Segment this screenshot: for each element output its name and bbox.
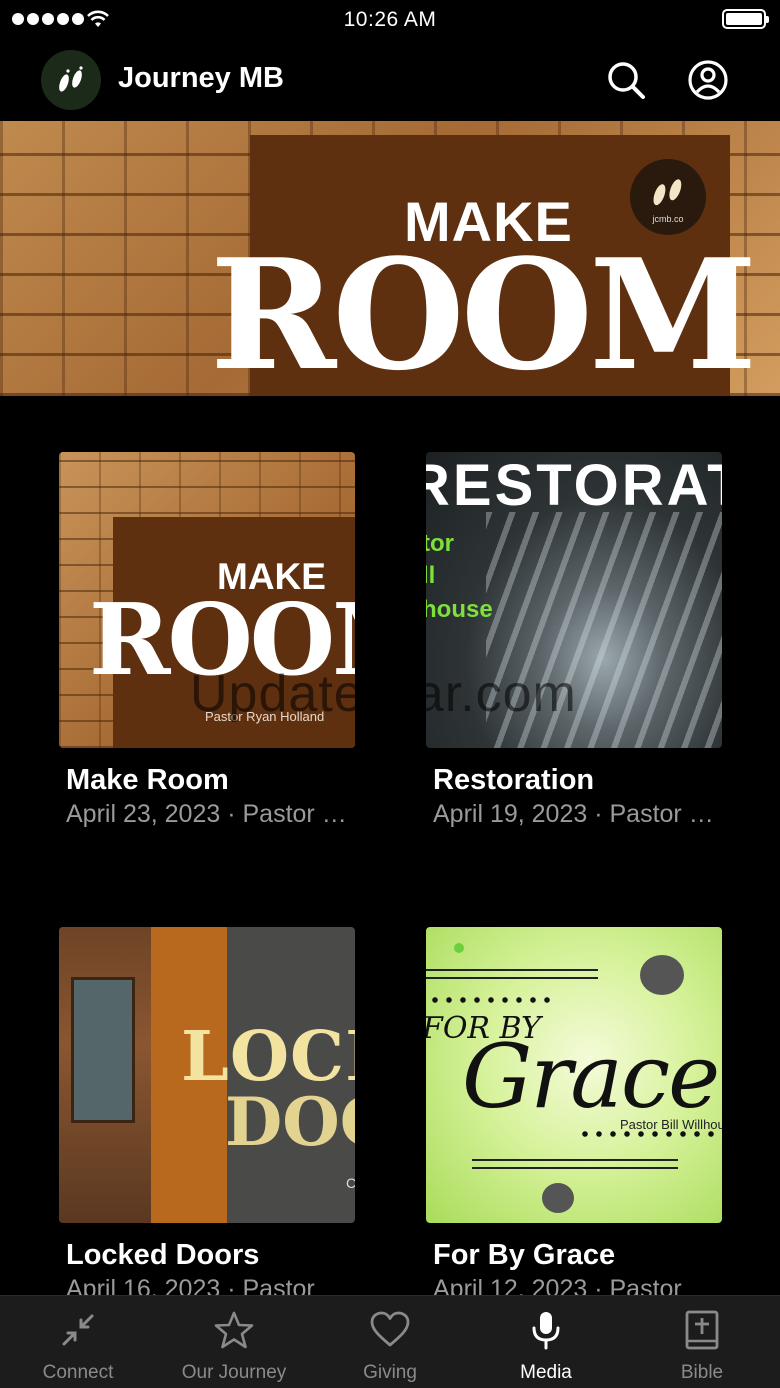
hero-banner[interactable]: MAKE ROOM jcmb.co <box>0 121 780 396</box>
media-item[interactable]: LOCKED DOORS C Locked Doors April 16, 20… <box>59 927 355 1303</box>
thumb-line <box>472 1167 678 1169</box>
thumb-dot <box>454 943 464 953</box>
tab-label: Bible <box>680 1362 724 1383</box>
thumb-line <box>426 969 598 971</box>
thumb-dots <box>428 997 554 1003</box>
thumb-word: RESTORATION <box>426 453 722 518</box>
thumb-line2: DOORS <box>225 1083 355 1161</box>
thumb-dots <box>578 1131 722 1137</box>
thumb-blob <box>542 1183 574 1213</box>
feet-icon <box>653 179 682 206</box>
app-title: Journey MB <box>118 62 284 94</box>
thumb-green-3: house <box>426 596 493 623</box>
star-icon <box>214 1311 254 1349</box>
tab-media[interactable]: Media <box>468 1296 624 1388</box>
tab-bible[interactable]: Bible <box>624 1296 780 1388</box>
media-subtitle: April 23, 2023 · Pastor Ryan Holland <box>66 800 356 828</box>
media-title: Restoration <box>433 764 595 796</box>
profile-icon[interactable] <box>684 56 732 104</box>
jcmb-badge: jcmb.co <box>630 159 706 235</box>
tab-label: Our Journey <box>181 1362 287 1383</box>
tab-label: Media <box>520 1362 572 1383</box>
media-title: Locked Doors <box>66 1239 260 1271</box>
media-title: Make Room <box>66 764 229 796</box>
media-item[interactable]: FOR BY Grace Pastor Bill Willhouse For B… <box>426 927 722 1303</box>
door-image <box>59 927 151 1223</box>
media-thumbnail[interactable]: LOCKED DOORS C <box>59 927 355 1223</box>
microphone-icon <box>532 1312 560 1350</box>
badge-text: jcmb.co <box>652 214 684 224</box>
heart-icon <box>370 1311 410 1347</box>
media-title: For By Grace <box>433 1239 616 1271</box>
tab-our-journey[interactable]: Our Journey <box>156 1296 312 1388</box>
tab-giving[interactable]: Giving <box>312 1296 468 1388</box>
media-thumbnail[interactable]: FOR BY Grace Pastor Bill Willhouse <box>426 927 722 1223</box>
thumb-line <box>426 977 598 979</box>
status-bar: 10:26 AM <box>0 0 780 40</box>
thumb-line1: LOCKED <box>181 1017 355 1097</box>
tab-label: Connect <box>42 1362 114 1383</box>
hero-line2: ROOM <box>210 225 757 396</box>
thumb-line <box>472 1159 678 1161</box>
search-icon[interactable] <box>602 56 650 104</box>
feet-logo-icon[interactable] <box>41 50 101 110</box>
arrows-collapse-icon <box>62 1314 94 1346</box>
media-subtitle: April 19, 2023 · Pastor Bill Willhouse <box>433 800 723 828</box>
battery-icon <box>722 9 769 29</box>
tab-label: Giving <box>363 1362 417 1383</box>
thumb-letter: C <box>346 1175 355 1191</box>
thumb-blob <box>640 955 684 995</box>
tab-bar: Connect Our Journey Giving Media Bible <box>0 1295 780 1388</box>
bible-icon <box>685 1310 719 1350</box>
app-header: Journey MB <box>0 40 780 120</box>
thumb-pastor: Pastor Bill Willhouse <box>620 1117 722 1132</box>
thumb-line2: Grace <box>462 1025 720 1128</box>
thumb-green-2: ll <box>426 562 436 589</box>
tab-connect[interactable]: Connect <box>0 1296 156 1388</box>
watermark: UpdateStar.com <box>190 665 577 723</box>
status-time: 10:26 AM <box>343 8 437 31</box>
thumb-green-1: tor <box>426 530 454 557</box>
